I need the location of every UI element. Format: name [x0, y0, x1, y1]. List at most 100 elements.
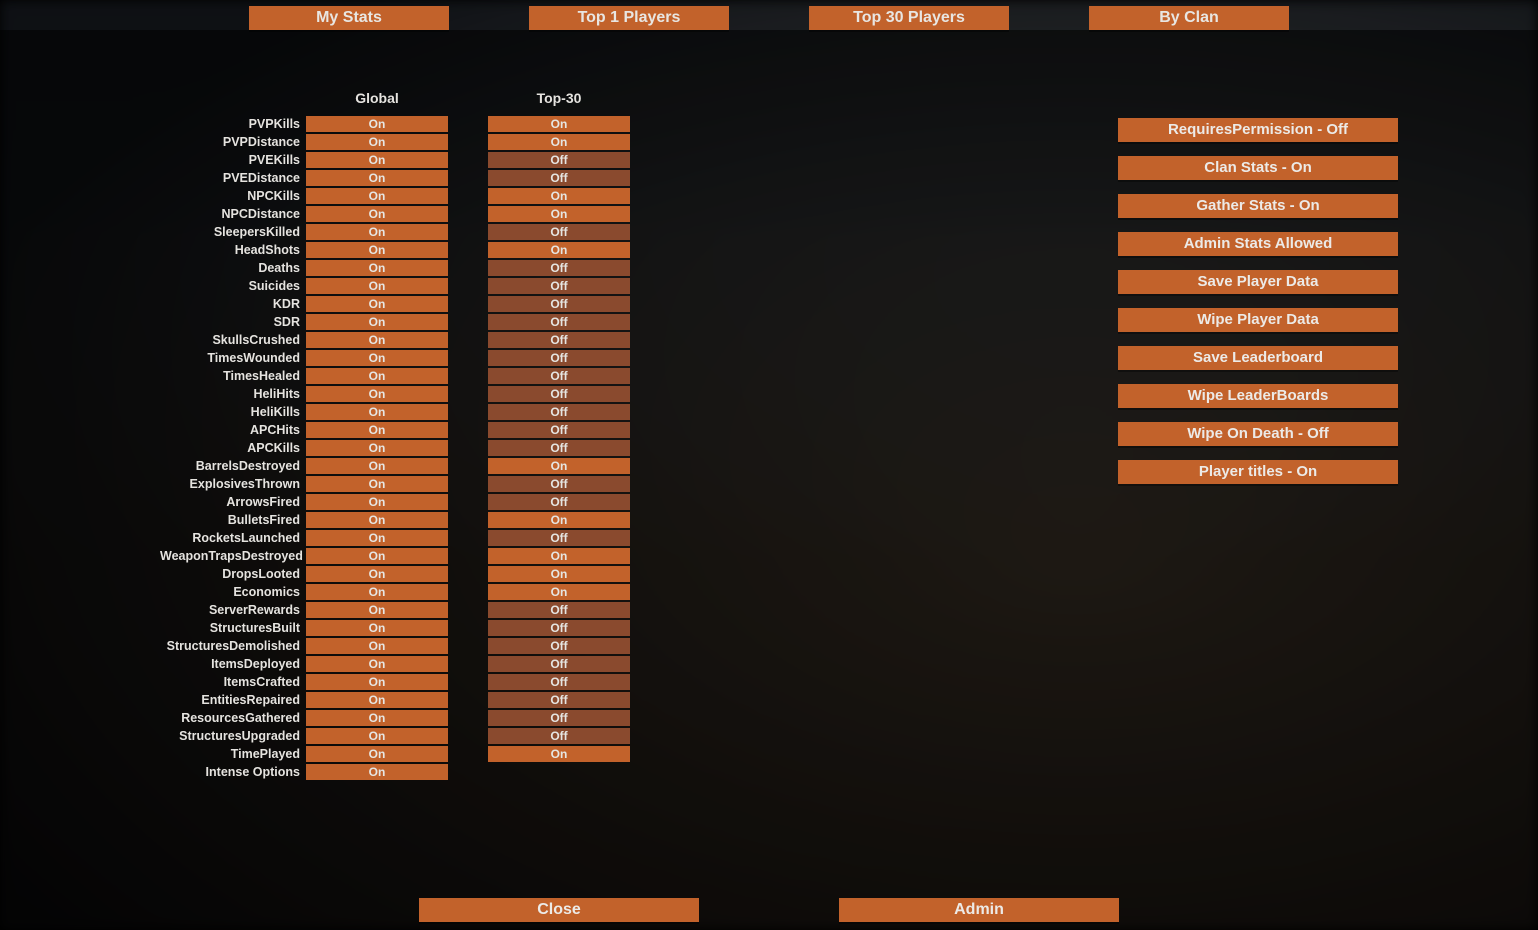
stat-top30-toggle[interactable]: On — [488, 566, 630, 582]
stat-label: APCHits — [160, 422, 306, 438]
stat-top30-toggle[interactable]: Off — [488, 170, 630, 186]
stat-global-toggle[interactable]: On — [306, 386, 448, 402]
stat-top30-toggle[interactable]: Off — [488, 494, 630, 510]
stat-row: KDROnOff — [160, 296, 640, 312]
stat-global-toggle[interactable]: On — [306, 206, 448, 222]
tab-top-30-players[interactable]: Top 30 Players — [809, 6, 1009, 30]
wipe-on-death-button[interactable]: Wipe On Death - Off — [1118, 422, 1398, 446]
stat-label: EntitiesRepaired — [160, 692, 306, 708]
stat-top30-toggle[interactable]: On — [488, 134, 630, 150]
stat-top30-toggle[interactable]: Off — [488, 386, 630, 402]
wipe-player-data-button[interactable]: Wipe Player Data — [1118, 308, 1398, 332]
stat-top30-toggle[interactable]: Off — [488, 296, 630, 312]
stat-global-toggle[interactable]: On — [306, 692, 448, 708]
stat-global-toggle[interactable]: On — [306, 476, 448, 492]
stat-row: SkullsCrushedOnOff — [160, 332, 640, 348]
stat-top30-toggle[interactable]: Off — [488, 602, 630, 618]
requires-permission-button[interactable]: RequiresPermission - Off — [1118, 118, 1398, 142]
player-titles-button[interactable]: Player titles - On — [1118, 460, 1398, 484]
stat-top30-toggle[interactable]: Off — [488, 278, 630, 294]
stat-global-toggle[interactable]: On — [306, 494, 448, 510]
stat-top30-toggle[interactable]: Off — [488, 728, 630, 744]
stat-global-toggle[interactable]: On — [306, 458, 448, 474]
stat-label: NPCDistance — [160, 206, 306, 222]
stat-top30-toggle[interactable]: Off — [488, 530, 630, 546]
stat-top30-toggle[interactable]: On — [488, 746, 630, 762]
stat-row: PVPKillsOnOn — [160, 116, 640, 132]
stat-global-toggle[interactable]: On — [306, 260, 448, 276]
save-player-data-button[interactable]: Save Player Data — [1118, 270, 1398, 294]
stat-top30-toggle[interactable]: Off — [488, 710, 630, 726]
stat-global-toggle[interactable]: On — [306, 764, 448, 780]
gather-stats-button[interactable]: Gather Stats - On — [1118, 194, 1398, 218]
wipe-leaderboards-button[interactable]: Wipe LeaderBoards — [1118, 384, 1398, 408]
stat-top30-toggle[interactable]: On — [488, 584, 630, 600]
save-leaderboard-button[interactable]: Save Leaderboard — [1118, 346, 1398, 370]
stat-row: BulletsFiredOnOn — [160, 512, 640, 528]
stat-top30-toggle[interactable]: Off — [488, 368, 630, 384]
stat-global-toggle[interactable]: On — [306, 440, 448, 456]
stat-global-toggle[interactable]: On — [306, 296, 448, 312]
stat-top30-toggle[interactable]: Off — [488, 656, 630, 672]
stat-global-toggle[interactable]: On — [306, 584, 448, 600]
admin-stats-button[interactable]: Admin Stats Allowed — [1118, 232, 1398, 256]
stat-top30-toggle[interactable]: Off — [488, 404, 630, 420]
stat-global-toggle[interactable]: On — [306, 224, 448, 240]
stat-top30-toggle[interactable]: Off — [488, 692, 630, 708]
stat-global-toggle[interactable]: On — [306, 134, 448, 150]
stat-top30-toggle[interactable]: Off — [488, 350, 630, 366]
stat-global-toggle[interactable]: On — [306, 404, 448, 420]
stat-global-toggle[interactable]: On — [306, 638, 448, 654]
stat-global-toggle[interactable]: On — [306, 278, 448, 294]
stat-top30-toggle[interactable]: Off — [488, 260, 630, 276]
tab-my-stats[interactable]: My Stats — [249, 6, 449, 30]
tab-top-1-players[interactable]: Top 1 Players — [529, 6, 729, 30]
stat-global-toggle[interactable]: On — [306, 656, 448, 672]
stat-top30-toggle[interactable]: Off — [488, 314, 630, 330]
stat-top30-toggle[interactable]: Off — [488, 422, 630, 438]
tab-by-clan[interactable]: By Clan — [1089, 6, 1289, 30]
stat-global-toggle[interactable]: On — [306, 674, 448, 690]
stat-top30-toggle[interactable]: On — [488, 458, 630, 474]
close-button[interactable]: Close — [419, 898, 699, 922]
stat-global-toggle[interactable]: On — [306, 512, 448, 528]
stat-top30-toggle[interactable]: On — [488, 548, 630, 564]
stat-top30-toggle[interactable]: Off — [488, 620, 630, 636]
admin-button[interactable]: Admin — [839, 898, 1119, 922]
stat-label: BulletsFired — [160, 512, 306, 528]
stat-top30-toggle[interactable]: On — [488, 116, 630, 132]
stat-global-toggle[interactable]: On — [306, 710, 448, 726]
stat-row: BarrelsDestroyedOnOn — [160, 458, 640, 474]
stat-global-toggle[interactable]: On — [306, 530, 448, 546]
stat-top30-toggle[interactable]: Off — [488, 332, 630, 348]
stat-global-toggle[interactable]: On — [306, 746, 448, 762]
stat-global-toggle[interactable]: On — [306, 152, 448, 168]
stat-global-toggle[interactable]: On — [306, 728, 448, 744]
stat-global-toggle[interactable]: On — [306, 422, 448, 438]
stat-top30-toggle[interactable]: Off — [488, 476, 630, 492]
stat-top30-toggle[interactable]: On — [488, 206, 630, 222]
stat-global-toggle[interactable]: On — [306, 332, 448, 348]
stat-top30-toggle[interactable]: Off — [488, 440, 630, 456]
stat-global-toggle[interactable]: On — [306, 620, 448, 636]
stat-global-toggle[interactable]: On — [306, 242, 448, 258]
stat-global-toggle[interactable]: On — [306, 368, 448, 384]
stat-top30-toggle[interactable]: On — [488, 242, 630, 258]
stat-label: ItemsCrafted — [160, 674, 306, 690]
stat-global-toggle[interactable]: On — [306, 548, 448, 564]
stat-row: NPCDistanceOnOn — [160, 206, 640, 222]
stat-global-toggle[interactable]: On — [306, 170, 448, 186]
stat-top30-toggle[interactable]: Off — [488, 224, 630, 240]
stat-top30-toggle[interactable]: On — [488, 512, 630, 528]
stat-top30-toggle[interactable]: Off — [488, 674, 630, 690]
stat-top30-toggle[interactable]: Off — [488, 152, 630, 168]
stat-top30-toggle[interactable]: On — [488, 188, 630, 204]
stat-global-toggle[interactable]: On — [306, 314, 448, 330]
stat-top30-toggle[interactable]: Off — [488, 638, 630, 654]
stat-global-toggle[interactable]: On — [306, 188, 448, 204]
stat-global-toggle[interactable]: On — [306, 602, 448, 618]
clan-stats-button[interactable]: Clan Stats - On — [1118, 156, 1398, 180]
stat-global-toggle[interactable]: On — [306, 566, 448, 582]
stat-global-toggle[interactable]: On — [306, 116, 448, 132]
stat-global-toggle[interactable]: On — [306, 350, 448, 366]
